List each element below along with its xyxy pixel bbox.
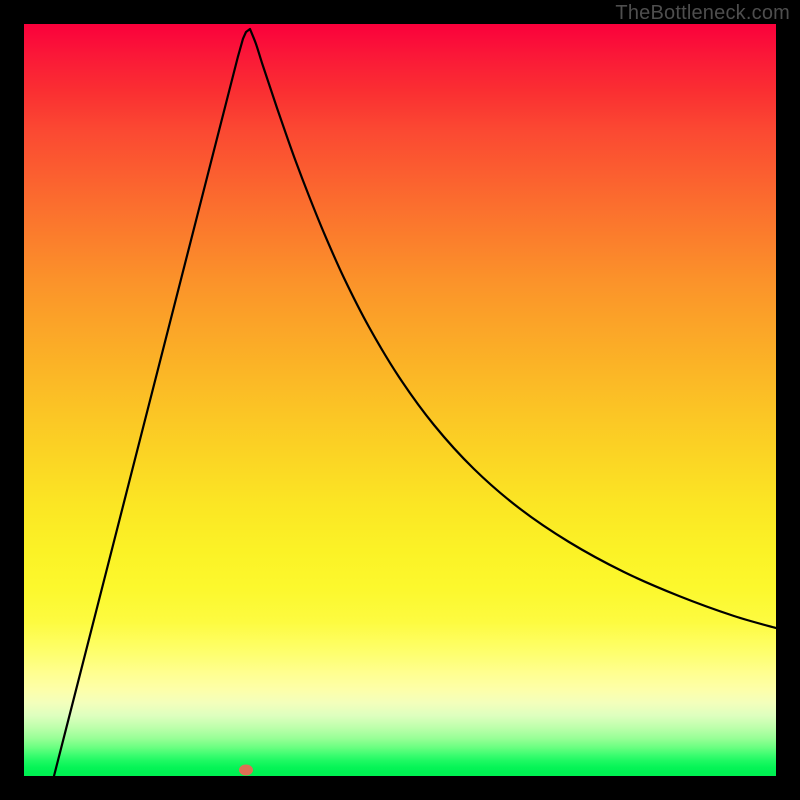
curve-path — [54, 29, 776, 776]
plot-area — [24, 24, 776, 776]
watermark-text: TheBottleneck.com — [615, 2, 790, 25]
optimum-marker — [239, 765, 253, 776]
bottleneck-curve — [24, 24, 776, 776]
